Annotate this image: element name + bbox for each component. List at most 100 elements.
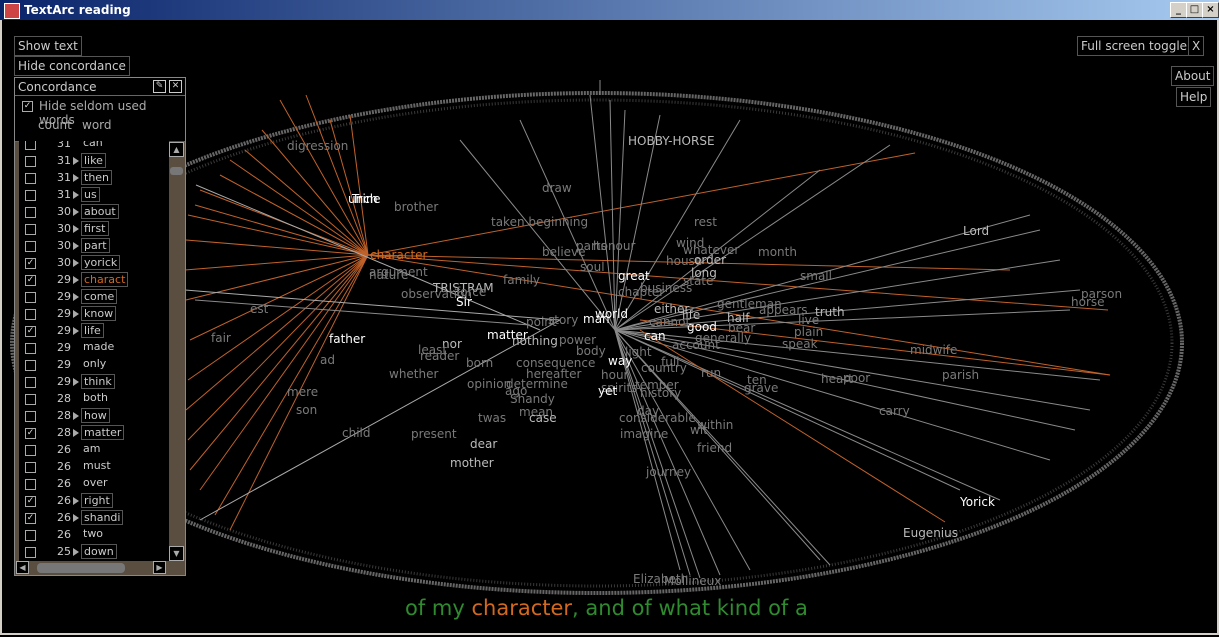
arc-word[interactable]: can bbox=[644, 329, 666, 343]
row-word[interactable]: about bbox=[81, 204, 119, 219]
hide-seldom-checkbox[interactable]: ✓ bbox=[22, 101, 33, 112]
concordance-row[interactable]: ✓ 30 yorick bbox=[19, 254, 169, 271]
row-checkbox[interactable] bbox=[25, 156, 36, 167]
expand-arrow-icon[interactable] bbox=[73, 191, 79, 199]
expand-arrow-icon[interactable] bbox=[73, 548, 79, 556]
arc-word[interactable]: HOBBY-HORSE bbox=[628, 134, 715, 148]
arc-word[interactable]: account bbox=[672, 338, 720, 352]
concordance-list[interactable]: 31 can 31 like 31 then 31 us 30 about 30 first 30 par… bbox=[19, 141, 169, 561]
row-checkbox[interactable] bbox=[25, 190, 36, 201]
row-word[interactable]: both bbox=[81, 391, 110, 404]
arc-word[interactable]: present bbox=[411, 427, 457, 441]
arc-word[interactable]: brother bbox=[394, 200, 438, 214]
arc-word[interactable]: friend bbox=[697, 441, 732, 455]
arc-word[interactable]: family bbox=[503, 273, 540, 287]
concordance-row[interactable]: 29 only bbox=[19, 356, 169, 373]
arc-word[interactable]: month bbox=[758, 245, 797, 259]
arc-word[interactable]: taken beginning bbox=[491, 215, 588, 229]
concordance-row[interactable]: 31 like bbox=[19, 152, 169, 169]
help-button[interactable]: Help bbox=[1176, 87, 1212, 107]
arc-word[interactable]: soul bbox=[580, 260, 605, 274]
concordance-row[interactable]: 30 first bbox=[19, 220, 169, 237]
concordance-row[interactable]: ✓ 26 right bbox=[19, 492, 169, 509]
arc-word[interactable]: mere bbox=[287, 385, 318, 399]
show-text-button[interactable]: Show text bbox=[14, 36, 82, 56]
arc-word[interactable]: nature bbox=[369, 268, 408, 282]
row-checkbox[interactable]: ✓ bbox=[25, 326, 36, 337]
concordance-row[interactable]: 29 come bbox=[19, 288, 169, 305]
arc-word[interactable]: mother bbox=[450, 456, 494, 470]
concordance-row[interactable]: 31 can bbox=[19, 141, 169, 152]
arc-word[interactable]: point bbox=[526, 315, 557, 329]
arc-word[interactable]: journey bbox=[646, 465, 691, 479]
row-word[interactable]: over bbox=[81, 476, 110, 489]
arc-word[interactable]: man bbox=[583, 312, 610, 326]
row-word[interactable]: down bbox=[81, 544, 117, 559]
row-word[interactable]: life bbox=[81, 323, 104, 338]
arc-word[interactable]: Mollineux bbox=[664, 574, 721, 588]
concordance-row[interactable]: ✓ 29 charact bbox=[19, 271, 169, 288]
full-screen-toggle-button[interactable]: Full screen toggle bbox=[1077, 36, 1192, 56]
arc-word[interactable]: draw bbox=[542, 181, 572, 195]
arc-word[interactable]: carry bbox=[879, 404, 910, 418]
horizontal-scrollbar[interactable]: ◀ ▶ bbox=[15, 561, 185, 575]
row-checkbox[interactable]: ✓ bbox=[25, 275, 36, 286]
arc-word[interactable]: father bbox=[329, 332, 365, 346]
arc-word[interactable]: speak bbox=[782, 337, 818, 351]
expand-arrow-icon[interactable] bbox=[73, 225, 79, 233]
about-button[interactable]: About bbox=[1171, 66, 1215, 86]
arc-word[interactable]: case bbox=[529, 411, 557, 425]
row-word[interactable]: then bbox=[81, 170, 113, 185]
maximize-button[interactable]: □ bbox=[1186, 2, 1203, 18]
close-icon[interactable]: ✕ bbox=[169, 80, 182, 93]
row-checkbox[interactable] bbox=[25, 343, 36, 354]
concordance-row[interactable]: 28 how bbox=[19, 407, 169, 424]
row-word[interactable]: first bbox=[81, 221, 109, 236]
arc-word[interactable]: twas bbox=[478, 411, 506, 425]
concordance-row[interactable]: 31 us bbox=[19, 186, 169, 203]
arc-word[interactable]: poor bbox=[843, 371, 870, 385]
row-checkbox[interactable] bbox=[25, 292, 36, 303]
expand-arrow-icon[interactable] bbox=[73, 497, 79, 505]
arc-word[interactable]: digression bbox=[287, 139, 348, 153]
expand-arrow-icon[interactable] bbox=[73, 327, 79, 335]
arc-word[interactable]: Shandy bbox=[510, 392, 555, 406]
row-word[interactable]: how bbox=[81, 408, 110, 423]
arc-word[interactable]: character bbox=[370, 248, 427, 262]
arc-word[interactable]: Eugenius bbox=[903, 526, 958, 540]
vertical-scrollbar[interactable]: ▲ ▼ bbox=[169, 141, 184, 561]
row-checkbox[interactable] bbox=[25, 224, 36, 235]
pencil-icon[interactable]: ✎ bbox=[153, 80, 166, 93]
arc-word[interactable]: run bbox=[701, 366, 721, 380]
arc-word[interactable]: nothing bbox=[512, 334, 558, 348]
concordance-row[interactable]: 30 about bbox=[19, 203, 169, 220]
arc-word[interactable]: ad bbox=[320, 353, 335, 367]
expand-arrow-icon[interactable] bbox=[73, 514, 79, 522]
expand-arrow-icon[interactable] bbox=[73, 412, 79, 420]
row-checkbox[interactable]: ✓ bbox=[25, 428, 36, 439]
row-checkbox[interactable]: ✓ bbox=[25, 513, 36, 524]
minimize-button[interactable]: _ bbox=[1170, 2, 1187, 18]
arc-word[interactable]: son bbox=[296, 403, 317, 417]
arc-word[interactable]: chapter bbox=[618, 285, 664, 299]
expand-arrow-icon[interactable] bbox=[73, 276, 79, 284]
concordance-row[interactable]: 29 think bbox=[19, 373, 169, 390]
arc-word[interactable]: reader bbox=[420, 349, 459, 363]
expand-arrow-icon[interactable] bbox=[73, 259, 79, 267]
concordance-row[interactable]: 25 down bbox=[19, 543, 169, 560]
arc-word[interactable]: est bbox=[250, 302, 268, 316]
arc-word[interactable]: imagine bbox=[620, 427, 668, 441]
row-checkbox[interactable]: ✓ bbox=[25, 496, 36, 507]
expand-arrow-icon[interactable] bbox=[73, 310, 79, 318]
arc-word[interactable]: Trim bbox=[352, 192, 378, 206]
arc-word[interactable]: order bbox=[694, 253, 726, 267]
concordance-row[interactable]: 29 made bbox=[19, 339, 169, 356]
row-checkbox[interactable] bbox=[25, 241, 36, 252]
row-word[interactable]: come bbox=[81, 289, 118, 304]
arc-word[interactable]: yet bbox=[598, 384, 617, 398]
expand-arrow-icon[interactable] bbox=[73, 293, 79, 301]
row-word[interactable]: part bbox=[81, 238, 110, 253]
expand-arrow-icon[interactable] bbox=[73, 242, 79, 250]
arc-word[interactable]: whether bbox=[389, 367, 438, 381]
row-checkbox[interactable] bbox=[25, 445, 36, 456]
